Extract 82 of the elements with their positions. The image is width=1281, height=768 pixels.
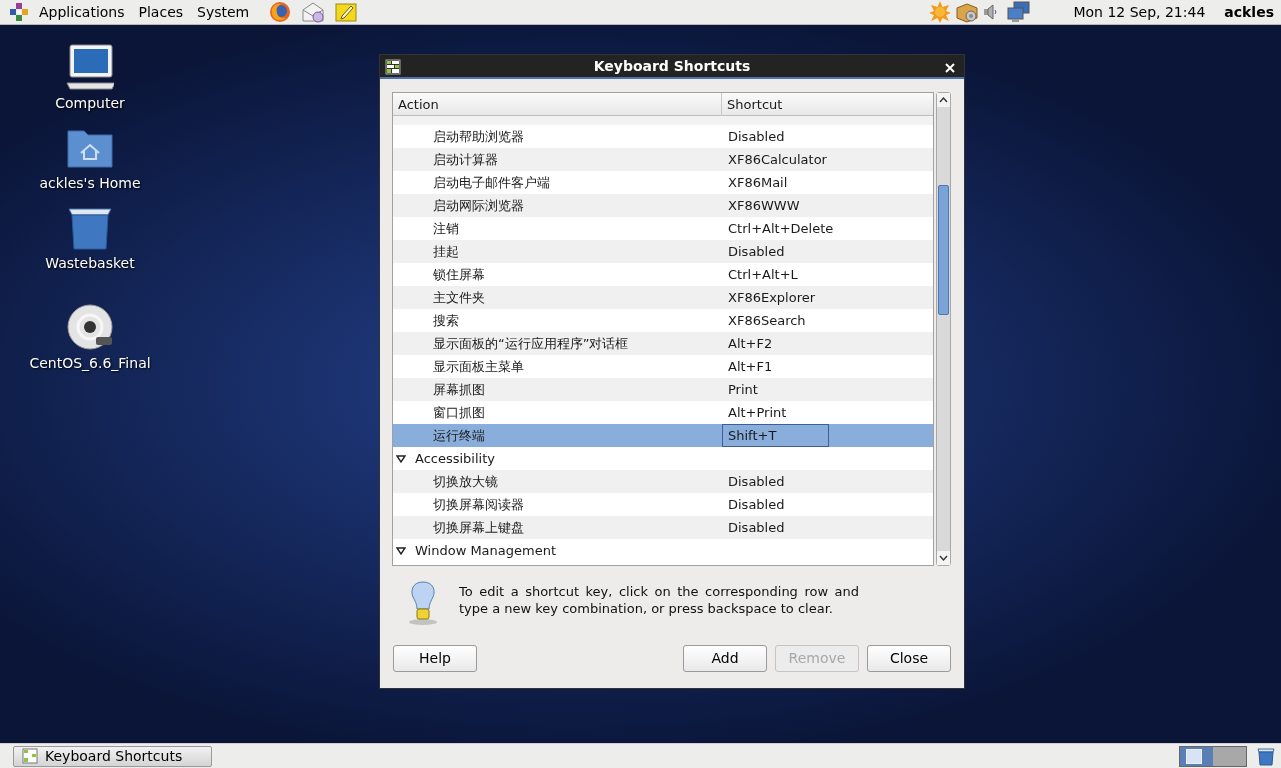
scroll-down-icon: [937, 551, 950, 565]
window-title: Keyboard Shortcuts: [593, 56, 751, 76]
shortcut-cell-text: Disabled: [727, 472, 786, 491]
workspace-tile[interactable]: [1180, 746, 1213, 766]
action-cell-text: 屏幕抓图: [432, 380, 486, 399]
desktop-icon-label[interactable]: ackles's Home: [39, 173, 141, 194]
table-row[interactable]: 运行终端 Shift+T: [393, 424, 933, 447]
table-row[interactable]: 主文件夹 XF86Explorer: [393, 286, 933, 309]
scroll-up-icon: [937, 93, 950, 107]
scrollbar-thumb[interactable]: [938, 185, 949, 315]
shortcut-cell-text: Print: [727, 380, 759, 399]
dialog-button[interactable]: Help: [393, 645, 477, 672]
action-cell-text: 注销: [432, 219, 460, 238]
disc-icon[interactable]: [66, 303, 114, 351]
table-row[interactable]: 切换屏幕上键盘 Disabled: [393, 516, 933, 539]
action-cell-text: 切换放大镜: [432, 472, 499, 491]
workspace-tile[interactable]: [1213, 746, 1246, 766]
expander-icon[interactable]: [396, 453, 406, 464]
table-row[interactable]: 挂起 Disabled: [393, 240, 933, 263]
group-label: Window Management: [415, 541, 557, 560]
action-cell-text: 锁住屏幕: [432, 265, 486, 284]
action-cell-text: 启动计算器: [432, 150, 499, 169]
shortcut-cell-text: XF86Calculator: [727, 150, 828, 169]
action-cell-text: 启动帮助浏览器: [432, 127, 525, 146]
action-cell-text: 切换屏幕上键盘: [432, 518, 525, 537]
lightbulb-icon: [406, 580, 440, 626]
computer-icon[interactable]: [66, 43, 114, 91]
taskbar-button[interactable]: Keyboard Shortcuts: [13, 745, 212, 767]
clock[interactable]: Mon 12 Sep, 21:44: [1073, 1, 1206, 23]
sun-icon: [929, 1, 952, 23]
column-header[interactable]: Shortcut: [722, 93, 933, 116]
shortcut-cell-text: XF86Mail: [727, 173, 789, 192]
action-cell-text: 启动网际浏览器: [432, 196, 525, 215]
logo-icon: [9, 2, 29, 22]
scrollbar[interactable]: [936, 92, 951, 566]
package-gear-icon: [955, 1, 980, 23]
menu-item[interactable]: Applications: [35, 1, 129, 23]
shortcut-cell-text: Alt+F1: [727, 357, 774, 376]
shortcut-cell-text: XF86Explorer: [727, 288, 817, 307]
action-cell-text: 运行终端: [432, 426, 486, 445]
desktop-icon-label[interactable]: Computer: [55, 93, 125, 114]
desktop-icon-label[interactable]: Wastebasket: [45, 253, 135, 274]
expander-icon[interactable]: [396, 545, 406, 556]
shortcut-cell-text: Disabled: [727, 495, 786, 514]
action-cell-text: 主文件夹: [432, 288, 486, 307]
network-icon: [1007, 1, 1032, 23]
menu-item[interactable]: Places: [134, 1, 188, 23]
shortcut-entry-field[interactable]: Shift+T: [722, 424, 829, 447]
dialog-button[interactable]: Add: [683, 645, 767, 672]
browser-icon[interactable]: [269, 1, 292, 23]
table-row[interactable]: 显示面板的“运行应用程序”对话框 Alt+F2: [393, 332, 933, 355]
shortcut-cell-text: Disabled: [727, 127, 786, 146]
action-cell-text: 显示面板的“运行应用程序”对话框: [432, 334, 630, 353]
shortcut-cell-text: Disabled: [727, 242, 786, 261]
table-row[interactable]: 屏幕抓图 Print: [393, 378, 933, 401]
table-row[interactable]: 启动网际浏览器 XF86WWW: [393, 194, 933, 217]
keyboard-grid-icon: [385, 59, 401, 75]
shortcut-cell-text: Ctrl+Alt+L: [727, 265, 799, 284]
action-cell-text: 搜索: [432, 311, 460, 330]
hint-text: To edit a shortcut key, click on the corresponding row and type a new key combination, or press backspace to clear.: [459, 583, 859, 618]
shortcut-cell-text: XF86Search: [727, 311, 807, 330]
dialog-button[interactable]: Close: [867, 645, 951, 672]
group-label: Accessibility: [415, 449, 495, 468]
action-cell-text: 显示面板主菜单: [432, 357, 525, 376]
user-name[interactable]: ackles: [1224, 1, 1274, 23]
notepad-icon[interactable]: [335, 1, 358, 23]
table-row[interactable]: 启动计算器 XF86Calculator: [393, 148, 933, 171]
shortcut-cell-text: Alt+Print: [727, 403, 788, 422]
action-cell-text: 窗口抓图: [432, 403, 486, 422]
keyboard-grid-icon: [22, 748, 38, 764]
desktop-icon-label[interactable]: CentOS_6.6_Final: [29, 353, 151, 374]
shortcut-cell-text: XF86WWW: [727, 196, 801, 215]
shortcut-cell-text: Ctrl+Alt+Delete: [727, 219, 835, 238]
table-row[interactable]: 切换放大镜 Disabled: [393, 470, 933, 493]
action-cell-text: 挂起: [432, 242, 460, 261]
action-cell-text: 启动电子邮件客户端: [432, 173, 551, 192]
mail-clock-icon[interactable]: [301, 1, 326, 23]
menu-item[interactable]: System: [193, 1, 254, 23]
shortcut-cell-text: Alt+F2: [727, 334, 774, 353]
action-cell-text: 切换屏幕阅读器: [432, 495, 525, 514]
close-icon[interactable]: [945, 63, 955, 73]
shortcut-cell-text: Disabled: [727, 518, 786, 537]
